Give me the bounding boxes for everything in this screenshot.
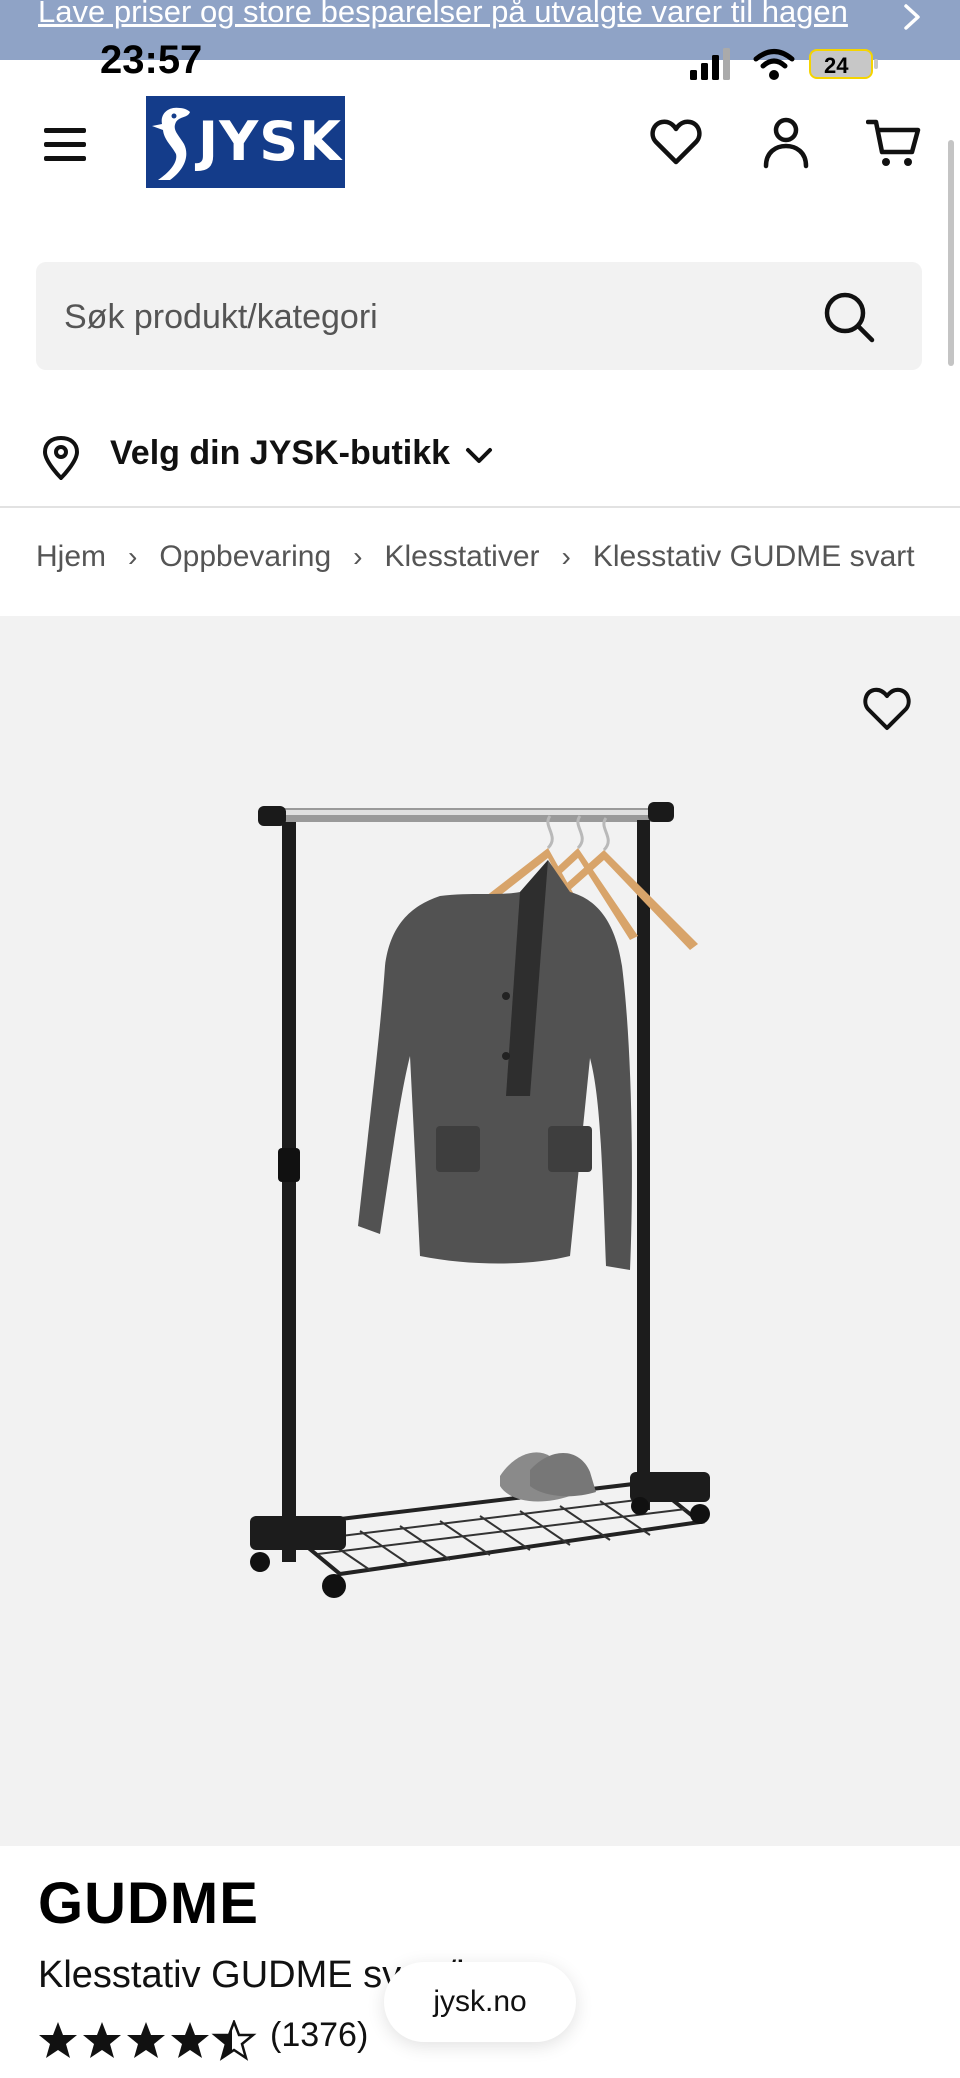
clothes-rack-illustration — [250, 802, 710, 1598]
status-time: 23:57 — [100, 38, 203, 82]
cart-icon[interactable] — [866, 114, 922, 170]
breadcrumb-item-oppbevaring[interactable]: Oppbevaring — [159, 540, 331, 573]
location-pin-icon — [42, 436, 80, 480]
account-user-icon[interactable] — [758, 114, 814, 170]
star-icon — [171, 2022, 209, 2058]
review-count[interactable]: (1376) — [270, 2016, 368, 2055]
rating-stars-icon — [39, 2020, 257, 2061]
breadcrumb-item-klesstativer[interactable]: Klesstativer — [384, 540, 539, 573]
site-header: JYSK — [0, 80, 960, 210]
status-icons: 24 — [690, 48, 878, 80]
search-input[interactable] — [62, 262, 826, 372]
product-brand: GUDME — [38, 1871, 259, 1936]
divider — [0, 506, 960, 508]
store-selector[interactable]: Velg din JYSK-butikk — [40, 424, 640, 488]
browser-url: jysk.no — [433, 1985, 527, 2018]
product-image[interactable] — [0, 616, 960, 1846]
wifi-icon — [753, 49, 795, 80]
breadcrumb-item-home[interactable]: Hjem — [36, 540, 106, 573]
signal-icon — [690, 48, 730, 80]
breadcrumb-separator: › — [128, 541, 138, 572]
star-icon — [127, 2022, 165, 2058]
half-star-icon — [211, 2020, 257, 2061]
battery-icon: 24 — [809, 49, 878, 79]
star-icon — [83, 2022, 121, 2058]
search-icon[interactable] — [822, 290, 876, 344]
svg-text:24: 24 — [824, 53, 849, 78]
breadcrumb-separator: › — [353, 541, 363, 572]
breadcrumb-separator: › — [561, 541, 571, 572]
store-selector-label: Velg din JYSK-butikk — [110, 434, 451, 472]
scrollbar[interactable] — [948, 140, 954, 366]
goose-logo-icon — [152, 107, 190, 180]
promo-banner-link[interactable]: Lave priser og store besparelser på utva… — [38, 0, 848, 30]
search-bar — [36, 262, 922, 372]
browser-url-pill[interactable]: jysk.no — [384, 1962, 576, 2042]
chevron-down-icon — [466, 448, 492, 463]
breadcrumb-item-current: Klesstativ GUDME svart — [592, 540, 915, 573]
favorite-heart-icon[interactable] — [862, 686, 912, 732]
chevron-right-icon[interactable] — [900, 2, 924, 32]
menu-button[interactable] — [40, 122, 90, 166]
logo-wordmark: JYSK — [198, 110, 342, 173]
star-icon — [39, 2022, 77, 2058]
wishlist-heart-icon[interactable] — [648, 114, 704, 170]
menu-icon — [44, 128, 86, 133]
breadcrumb: Hjem › Oppbevaring › Klesstativer › Klesstativ… — [36, 540, 926, 584]
jysk-logo[interactable]: JYSK — [146, 96, 345, 188]
